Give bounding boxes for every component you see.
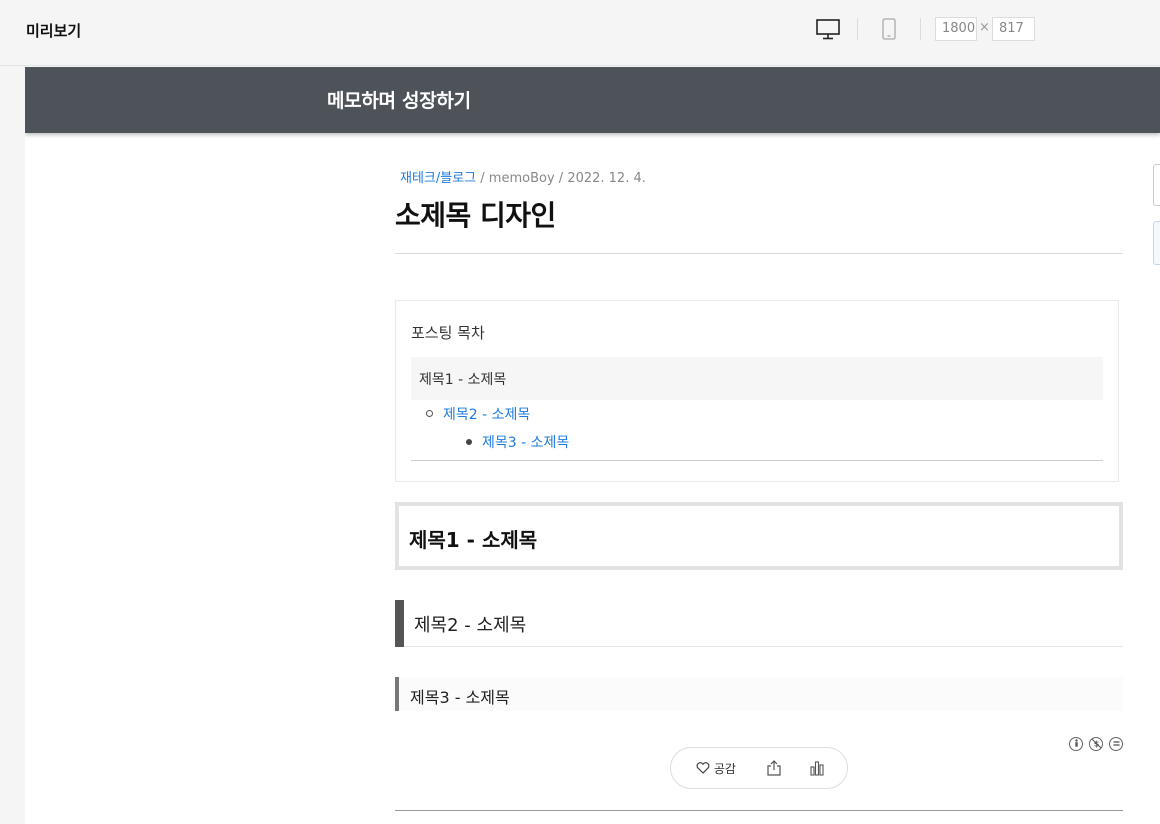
stats-button[interactable] [809, 759, 825, 781]
post-date: 2022. 12. 4. [567, 171, 646, 186]
reaction-bar: 공감 [670, 747, 848, 789]
heading-left-bar: 제목2 - 소제목 [395, 600, 1123, 647]
mobile-view-icon[interactable] [881, 17, 897, 41]
toc-item-label: 제목2 - 소제목 [443, 407, 531, 423]
toc-item-level3[interactable]: 제목3 - 소제목 [466, 432, 569, 452]
width-input[interactable]: 1800 [935, 17, 977, 41]
like-button[interactable]: 공감 [696, 760, 736, 777]
hollow-bullet-icon [426, 410, 433, 417]
bar-chart-icon [810, 761, 824, 776]
post-meta: 재테크/블로그 / memoBoy / 2022. 12. 4. [400, 167, 1123, 186]
size-times-sign: × [979, 20, 990, 35]
cc-noncommercial-icon: $ [1089, 737, 1103, 751]
heading-accent-bar [395, 677, 399, 711]
heading-light-text: 제목3 - 소제목 [410, 688, 510, 707]
desktop-view-icon[interactable] [815, 17, 841, 41]
table-of-contents: 포스팅 목차 제목1 - 소제목 제목2 - 소제목 제목3 - 소제목 [395, 300, 1119, 482]
blog-header: 메모하며 성장하기 [25, 67, 1160, 133]
post-title: 소제목 디자인 [395, 199, 556, 232]
content-end-divider [395, 810, 1123, 811]
toolbar-divider [920, 18, 921, 40]
heading-accent-bar [395, 600, 404, 647]
post-category-link[interactable]: 재테크/블로그 [400, 171, 476, 186]
toc-title: 포스팅 목차 [411, 324, 485, 342]
heading-boxed: 제목1 - 소제목 [395, 502, 1123, 570]
share-icon [767, 760, 781, 776]
meta-separator: / [476, 171, 489, 186]
title-divider [395, 253, 1123, 254]
filled-bullet-icon [466, 439, 472, 445]
height-input[interactable]: 817 [992, 17, 1035, 41]
meta-separator: / [554, 171, 568, 186]
blog-title[interactable]: 메모하며 성장하기 [327, 86, 471, 113]
preview-toolbar: 미리보기 1800 × 817 [0, 0, 1160, 66]
side-tab[interactable] [1153, 221, 1160, 265]
toolbar-divider [857, 18, 858, 40]
share-button[interactable] [766, 759, 782, 781]
cc-attribution-icon [1069, 737, 1083, 751]
article: 재테크/블로그 / memoBoy / 2022. 12. 4. 소제목 디자인… [395, 167, 1123, 811]
blog-preview: 메모하며 성장하기 재테크/블로그 / memoBoy / 2022. 12. … [25, 67, 1160, 824]
heading-left-bar-text: 제목2 - 소제목 [414, 615, 527, 636]
like-label: 공감 [713, 762, 736, 776]
preview-title: 미리보기 [26, 22, 82, 40]
cc-noderivatives-icon [1109, 737, 1123, 751]
cc-license[interactable]: $ [1063, 734, 1123, 753]
toc-item-level2[interactable]: 제목2 - 소제목 [426, 404, 530, 424]
post-author: memoBoy [488, 171, 555, 186]
heading-light: 제목3 - 소제목 [395, 677, 1123, 711]
toc-item-label: 제목3 - 소제목 [482, 435, 570, 451]
side-tab[interactable] [1153, 164, 1160, 206]
toc-divider [411, 460, 1103, 461]
toc-item-level1[interactable]: 제목1 - 소제목 [411, 357, 1103, 400]
heading-boxed-text: 제목1 - 소제목 [409, 528, 538, 552]
heart-icon [696, 762, 710, 774]
